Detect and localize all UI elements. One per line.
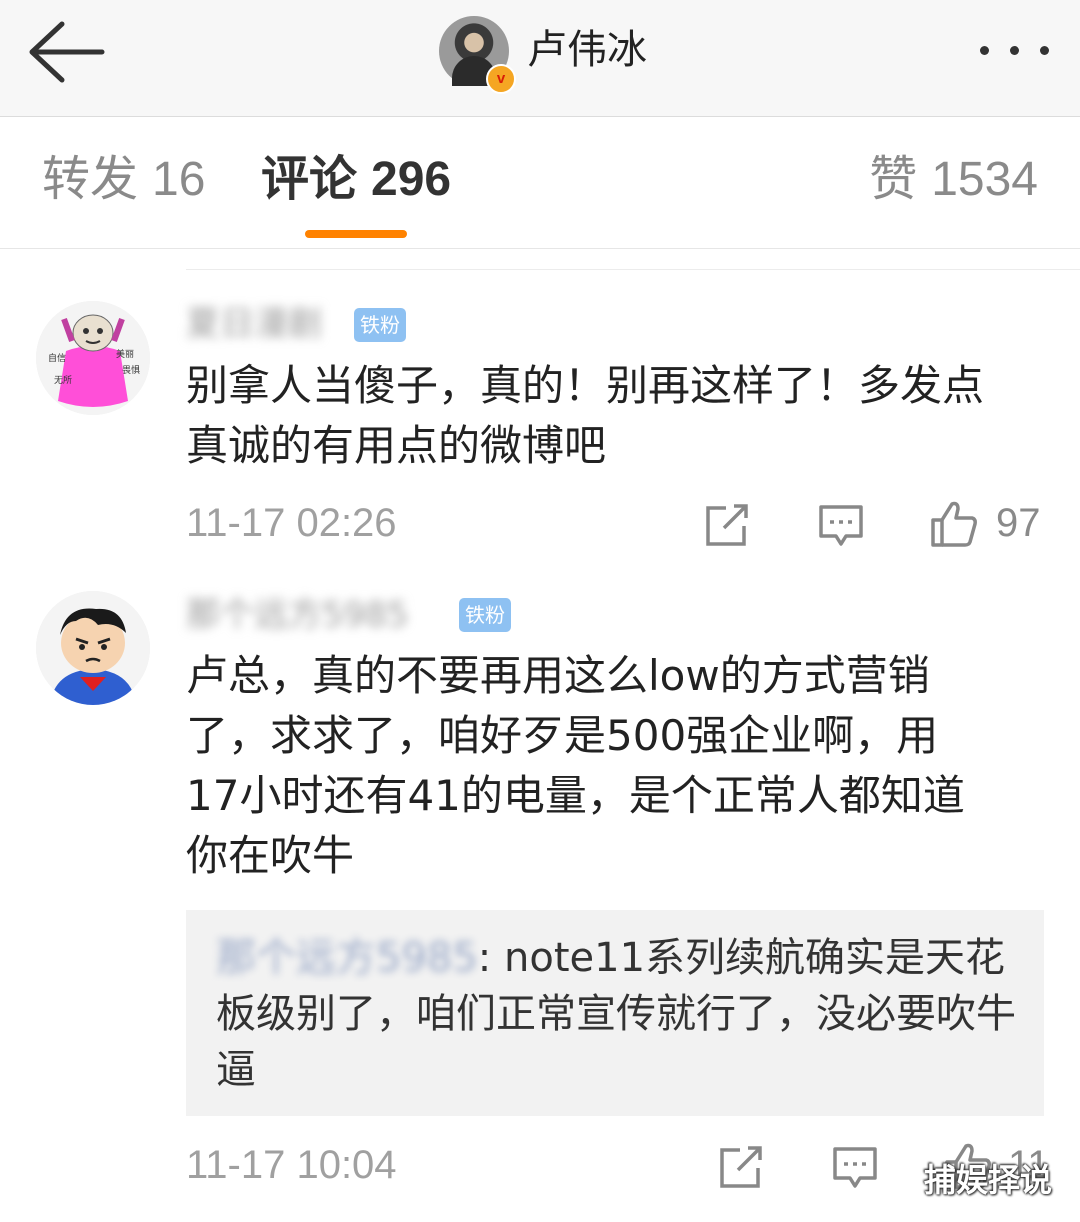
comment-text: 卢总，真的不要再用这么low的方式营销 了，求求了，咱好歹是500强企业啊，用 … [186,646,1046,886]
comment-line: 卢总，真的不要再用这么low的方式营销 [186,651,930,700]
tab-comment-label: 评论 [261,151,358,207]
avatar-image [36,591,150,705]
more-button[interactable] [974,30,1058,70]
quoted-reply-line: 逼 [216,1047,256,1093]
commenter-avatar[interactable] [36,591,150,705]
tab-repost-count: 16 [152,153,206,206]
tab-repost[interactable]: 转发 16 [42,147,205,212]
active-tab-indicator [305,230,407,238]
tab-bar: 转发 16 评论 296 赞 1534 [0,117,1080,249]
nav-bar: v 卢伟冰 [0,0,1080,117]
commenter-avatar[interactable]: 自信 美丽 无所 畏惧 [36,301,150,415]
avatar-label: 自信 [48,352,66,364]
commenter-username[interactable]: 夏日漫剧 [186,302,322,346]
tab-repost-label: 转发 [42,151,139,207]
thumbs-up-icon[interactable] [930,500,978,548]
comment-time: 11-17 02:26 [186,501,397,545]
fan-badge: 铁粉 [354,308,406,342]
back-button[interactable] [28,20,108,84]
comment-line: 你在吹牛 [186,831,355,880]
avatar-label: 无所 [54,375,72,386]
tab-like-label: 赞 [869,151,918,207]
like-count: 97 [996,501,1041,545]
comment-line: 17小时还有41的电量，是个正常人都知道 [186,771,965,820]
commenter-username[interactable]: 那个远方5985 [186,593,409,637]
comment-icon[interactable] [818,504,864,548]
repost-icon[interactable] [704,504,750,548]
comment-text: 别拿人当傻子，真的！别再这样了！多发点 真诚的有用点的微博吧 [186,356,1046,476]
quoted-reply-line: note11系列续航确实是天花 [504,935,1006,981]
comment-line: 了，求求了，咱好歹是500强企业啊，用 [186,711,939,760]
tab-comment-count: 296 [371,153,452,206]
more-dots-icon [980,46,989,55]
avatar-image: 自信 美丽 无所 畏惧 [36,301,150,415]
comment-line: 真诚的有用点的微博吧 [186,421,607,470]
comment-icon[interactable] [832,1146,878,1190]
quoted-reply[interactable]: 那个远方5985: note11系列续航确实是天花 板级别了，咱们正常宣传就行了… [186,910,1044,1116]
quoted-reply-separator: : [477,935,504,981]
comment-time: 11-17 10:04 [186,1143,397,1187]
quoted-reply-text: 那个远方5985: note11系列续航确实是天花 板级别了，咱们正常宣传就行了… [216,930,1016,1098]
quoted-reply-line: 板级别了，咱们正常宣传就行了，没必要吹牛 [216,991,1016,1037]
tab-like-count: 1534 [931,153,1038,206]
fan-badge: 铁粉 [459,598,511,632]
divider [186,269,1080,270]
quoted-reply-username[interactable]: 那个远方5985 [216,935,478,981]
tab-like[interactable]: 赞 1534 [869,147,1038,212]
watermark: 捕娱择说 [924,1161,1053,1199]
page-title[interactable]: 卢伟冰 [527,24,647,76]
back-arrow-icon [29,21,105,83]
avatar-label: 美丽 [116,348,134,360]
verified-badge-icon: v [486,64,516,94]
repost-icon[interactable] [718,1146,764,1190]
avatar-label: 畏惧 [122,364,140,376]
comment-line: 别拿人当傻子，真的！别再这样了！多发点 [186,361,985,410]
